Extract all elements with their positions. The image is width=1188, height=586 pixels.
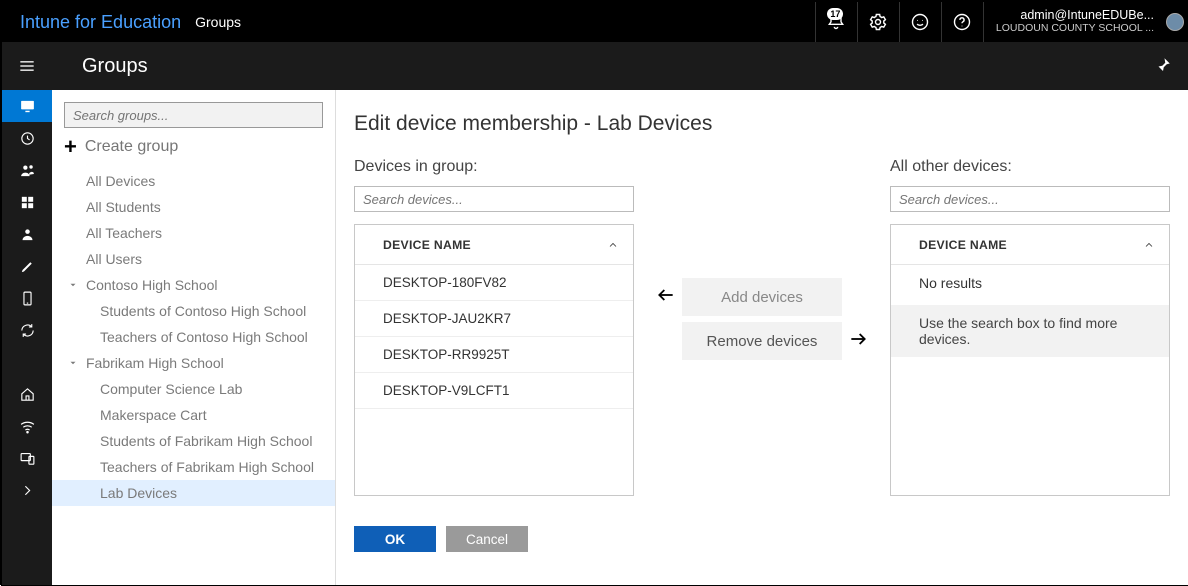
all-other-devices-col: All other devices: DEVICE NAME No result… bbox=[890, 158, 1170, 496]
transfer-controls: Add devices Remove devices bbox=[634, 158, 890, 496]
devices-in-group-col: Devices in group: DEVICE NAME DESKTOP-18… bbox=[354, 158, 634, 496]
column-device-name: DEVICE NAME bbox=[383, 238, 471, 252]
topbar: Intune for Education Groups 17 admin@Int… bbox=[2, 2, 1188, 42]
tree-item[interactable]: Teachers of Contoso High School bbox=[52, 324, 335, 350]
all-other-devices-header[interactable]: DEVICE NAME bbox=[891, 225, 1169, 265]
tree-item[interactable]: Makerspace Cart bbox=[52, 402, 335, 428]
tree-item[interactable]: Computer Science Lab bbox=[52, 376, 335, 402]
blade-header: Groups bbox=[2, 42, 1188, 90]
tree-item-label: Makerspace Cart bbox=[100, 407, 207, 423]
rail-device[interactable] bbox=[2, 282, 52, 314]
tree-item-label: Computer Science Lab bbox=[100, 381, 242, 397]
search-all-devices-input[interactable] bbox=[890, 186, 1170, 212]
devices-in-group-title: Devices in group: bbox=[354, 158, 634, 176]
table-row[interactable]: DESKTOP-RR9925T bbox=[355, 337, 633, 373]
ok-button[interactable]: OK bbox=[354, 526, 436, 552]
tree-item[interactable]: Students of Contoso High School bbox=[52, 298, 335, 324]
tree-item[interactable]: Teachers of Fabrikam High School bbox=[52, 454, 335, 480]
search-groups bbox=[64, 102, 323, 128]
rail-edit[interactable] bbox=[2, 250, 52, 282]
rail-devices[interactable] bbox=[2, 442, 52, 474]
plus-icon: + bbox=[64, 136, 77, 158]
all-other-devices-title: All other devices: bbox=[890, 158, 1170, 176]
tree-item-label: All Students bbox=[86, 199, 161, 215]
groups-sidebar: + Create group All DevicesAll StudentsAl… bbox=[52, 90, 336, 585]
table-row[interactable]: DESKTOP-180FV82 bbox=[355, 265, 633, 301]
rail-tools[interactable] bbox=[2, 346, 52, 378]
remove-devices-label: Remove devices bbox=[707, 333, 818, 350]
chevron-up-icon bbox=[1143, 239, 1155, 251]
tree-item[interactable]: All Users bbox=[52, 246, 335, 272]
rail-sync[interactable] bbox=[2, 314, 52, 346]
page-title: Edit device membership - Lab Devices bbox=[354, 112, 1170, 136]
blade-title: Groups bbox=[82, 55, 148, 78]
chevron-down-icon bbox=[68, 355, 82, 371]
no-results-text: No results bbox=[919, 275, 1153, 291]
column-device-name-r: DEVICE NAME bbox=[919, 238, 1007, 252]
account-menu[interactable]: admin@IntuneEDUBe... LOUDOUN COUNTY SCHO… bbox=[983, 2, 1166, 42]
rail-home[interactable] bbox=[2, 378, 52, 410]
tree-item[interactable]: Lab Devices bbox=[52, 480, 335, 506]
notifications-button[interactable]: 17 bbox=[815, 2, 857, 42]
tree-item-label: Students of Fabrikam High School bbox=[100, 433, 312, 449]
tree-item-label: All Devices bbox=[86, 173, 155, 189]
rail-recent[interactable] bbox=[2, 122, 52, 154]
tree-item-label: Students of Contoso High School bbox=[100, 303, 306, 319]
add-devices-label: Add devices bbox=[721, 289, 803, 306]
tree-item[interactable]: All Students bbox=[52, 194, 335, 220]
no-results-row: No results bbox=[891, 265, 1169, 305]
help-button[interactable] bbox=[941, 2, 983, 42]
notification-badge: 17 bbox=[827, 8, 843, 20]
chevron-down-icon bbox=[68, 277, 82, 293]
user-org: LOUDOUN COUNTY SCHOOL ... bbox=[996, 23, 1154, 35]
rail-users[interactable] bbox=[2, 154, 52, 186]
groups-tree: All Devices All Students All Teachers All U… bbox=[52, 168, 335, 506]
feedback-button[interactable] bbox=[899, 2, 941, 42]
tree-item-label: Fabrikam High School bbox=[86, 355, 224, 371]
rail-more[interactable] bbox=[2, 474, 52, 506]
nav-rail bbox=[2, 90, 52, 585]
devices-in-group-table: DEVICE NAME DESKTOP-180FV82DESKTOP-JAU2K… bbox=[354, 224, 634, 496]
search-hint: Use the search box to find more devices. bbox=[891, 305, 1169, 357]
chevron-up-icon bbox=[607, 239, 619, 251]
tree-item[interactable]: Contoso High School bbox=[52, 272, 335, 298]
tree-item-label: All Users bbox=[86, 251, 142, 267]
tree-item-label: Teachers of Fabrikam High School bbox=[100, 459, 314, 475]
arrow-right-icon bbox=[848, 329, 868, 353]
tree-item[interactable]: All Teachers bbox=[52, 220, 335, 246]
tree-item-label: All Teachers bbox=[86, 225, 162, 241]
table-row[interactable]: DESKTOP-V9LCFT1 bbox=[355, 373, 633, 409]
breadcrumb[interactable]: Groups bbox=[195, 14, 241, 30]
remove-devices-button[interactable]: Remove devices bbox=[682, 322, 842, 360]
add-devices-button[interactable]: Add devices bbox=[682, 278, 842, 316]
search-devices-in-group-input[interactable] bbox=[354, 186, 634, 212]
tree-item-label: Contoso High School bbox=[86, 277, 218, 293]
rail-user[interactable] bbox=[2, 218, 52, 250]
menu-toggle[interactable] bbox=[2, 42, 52, 90]
all-other-devices-table: DEVICE NAME No results Use the search bo… bbox=[890, 224, 1170, 496]
settings-button[interactable] bbox=[857, 2, 899, 42]
pin-button[interactable] bbox=[1154, 56, 1172, 77]
devices-in-group-header[interactable]: DEVICE NAME bbox=[355, 225, 633, 265]
table-row[interactable]: DESKTOP-JAU2KR7 bbox=[355, 301, 633, 337]
arrow-left-icon bbox=[656, 285, 676, 309]
rail-dashboard[interactable] bbox=[2, 90, 52, 122]
cancel-button[interactable]: Cancel bbox=[446, 526, 528, 552]
footer-actions: OK Cancel bbox=[354, 526, 1170, 552]
tree-item[interactable]: Fabrikam High School bbox=[52, 350, 335, 376]
rail-wifi[interactable] bbox=[2, 410, 52, 442]
create-group-label: Create group bbox=[85, 138, 178, 156]
tree-item-label: Lab Devices bbox=[100, 485, 177, 501]
search-groups-input[interactable] bbox=[64, 102, 323, 128]
content-pane: Edit device membership - Lab Devices Dev… bbox=[336, 90, 1188, 585]
tree-item[interactable]: Students of Fabrikam High School bbox=[52, 428, 335, 454]
tree-item-label: Teachers of Contoso High School bbox=[100, 329, 308, 345]
tree-item[interactable]: All Devices bbox=[52, 168, 335, 194]
create-group-button[interactable]: + Create group bbox=[64, 136, 323, 158]
brand-title[interactable]: Intune for Education bbox=[2, 12, 195, 33]
user-email: admin@IntuneEDUBe... bbox=[1020, 9, 1154, 23]
avatar[interactable] bbox=[1166, 2, 1188, 42]
rail-apps[interactable] bbox=[2, 186, 52, 218]
